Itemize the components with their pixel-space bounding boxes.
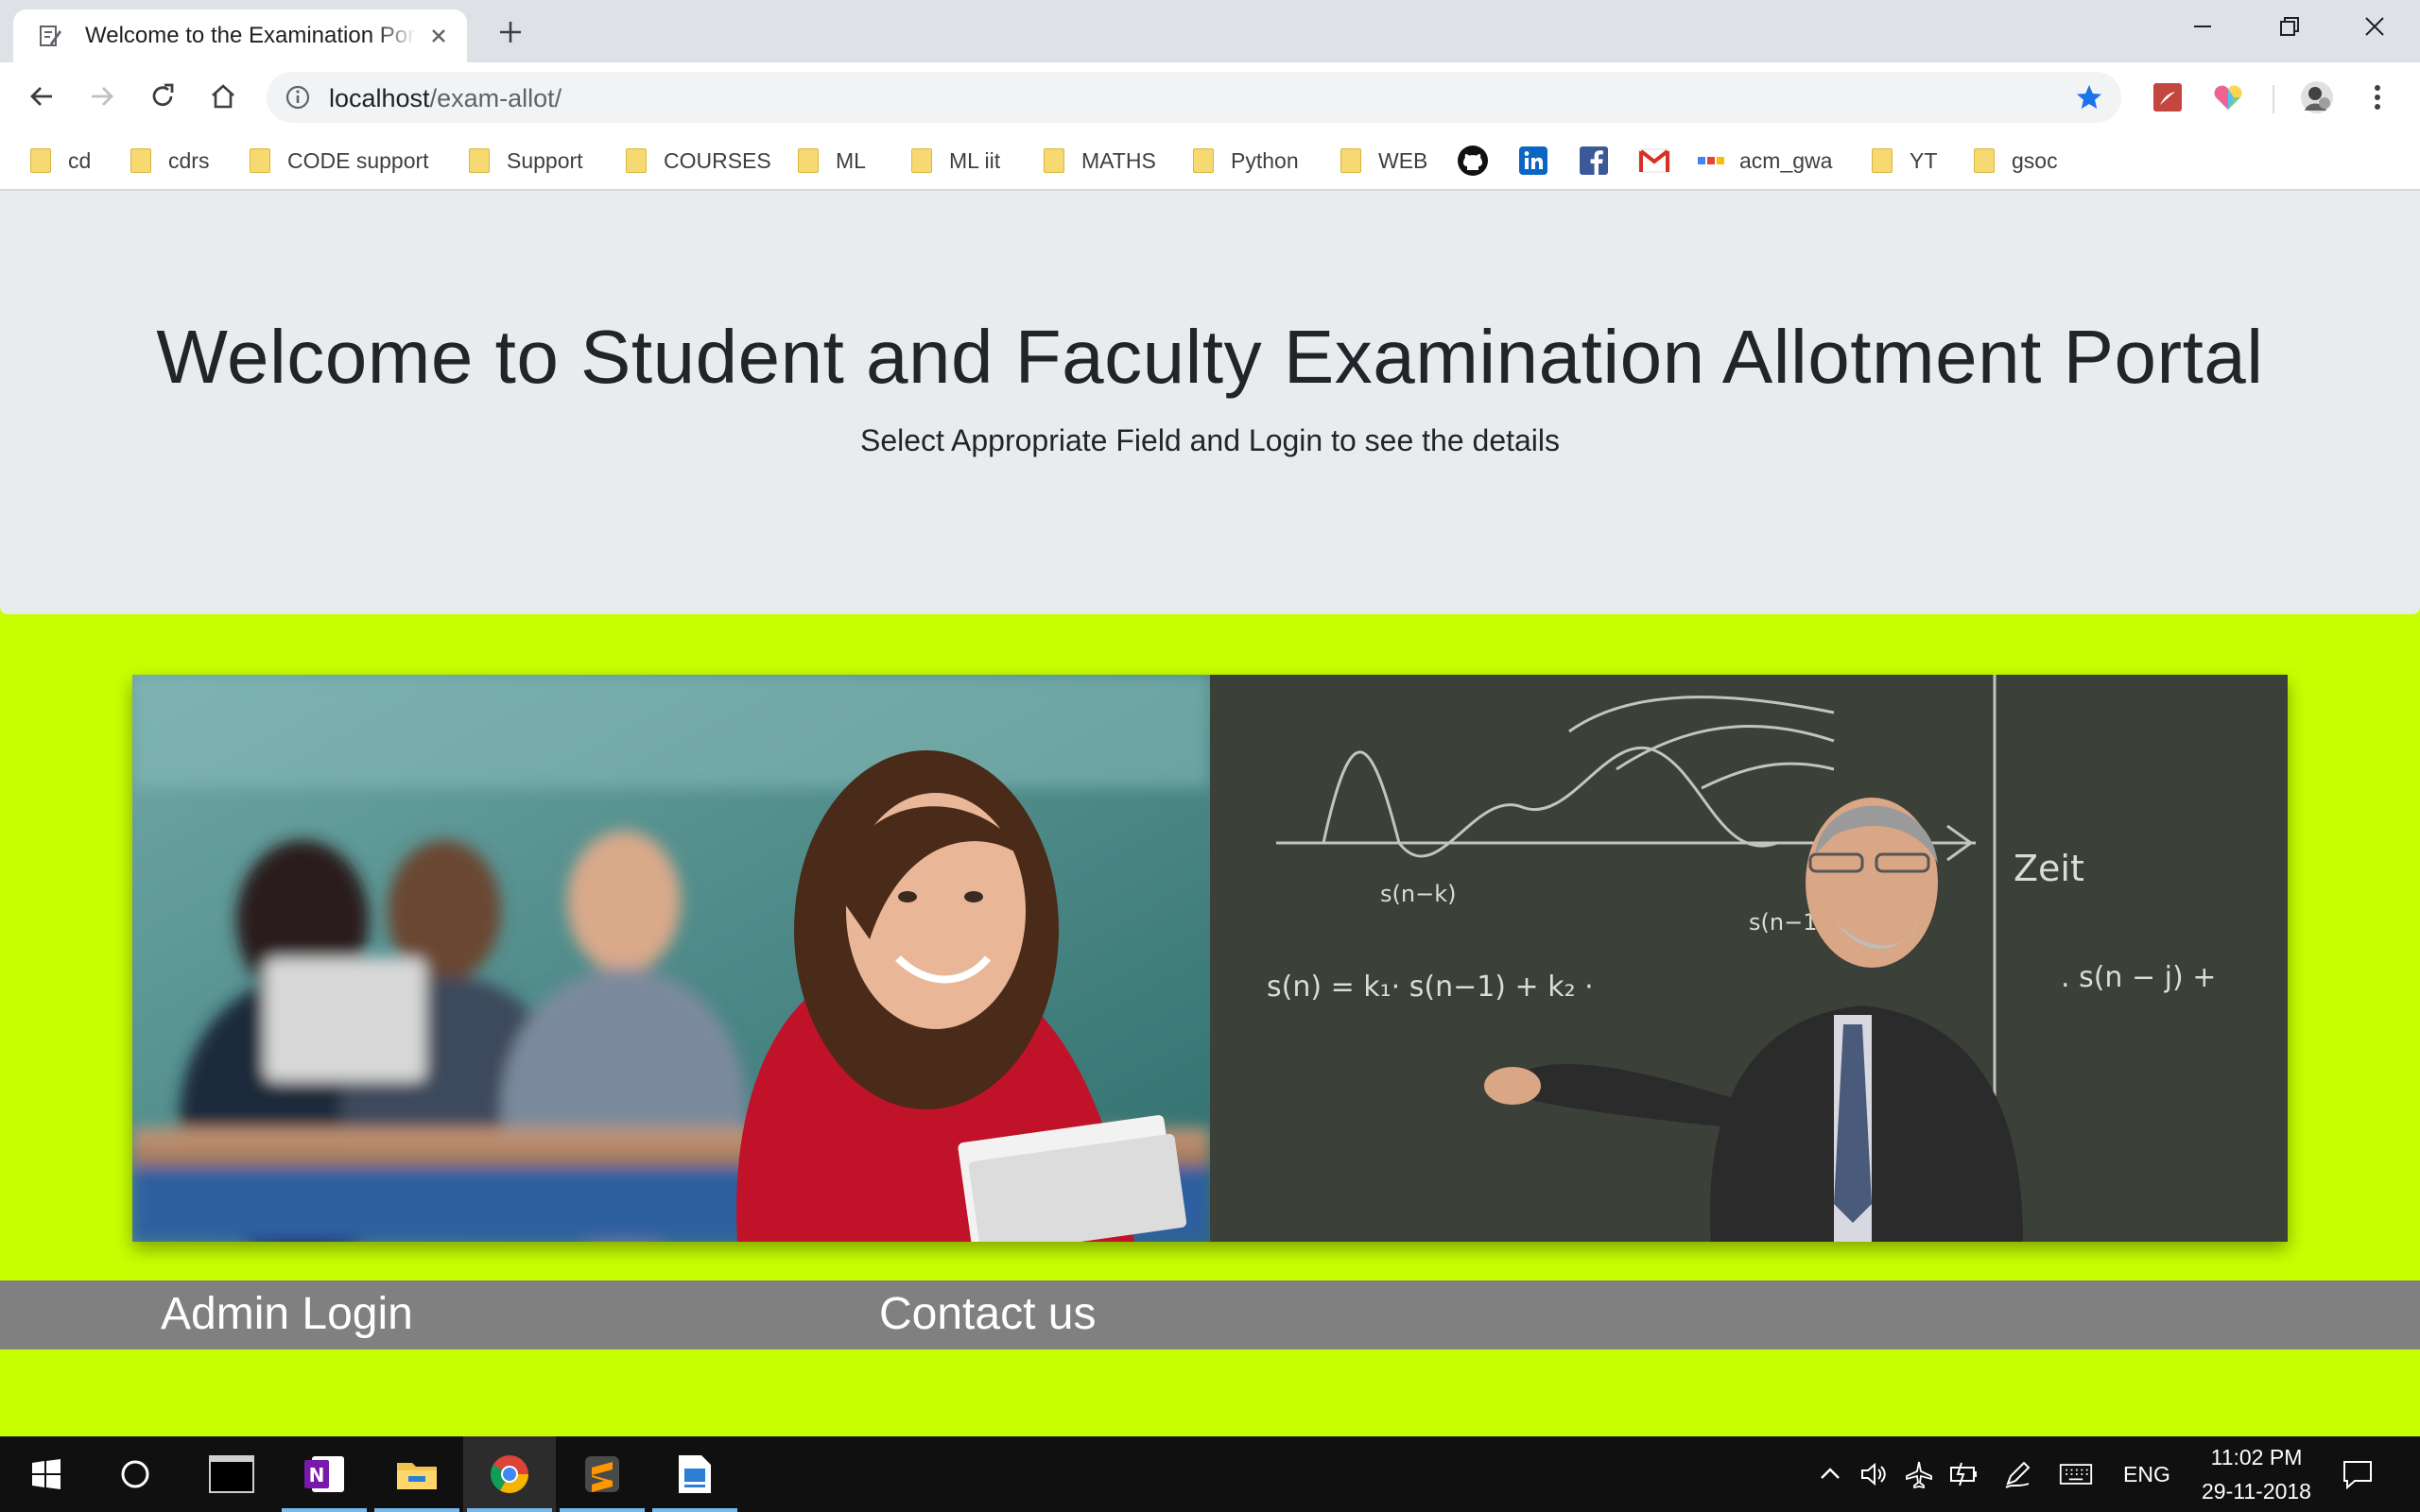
folder-icon xyxy=(911,148,932,173)
svg-text:. s(n − j) +: . s(n − j) + xyxy=(2061,961,2216,994)
folder-icon xyxy=(1974,148,1995,173)
pen-icon[interactable] xyxy=(2000,1457,2034,1491)
profile-avatar-icon[interactable] xyxy=(2299,79,2335,115)
document-viewer-icon[interactable] xyxy=(648,1436,741,1512)
close-tab-icon[interactable] xyxy=(424,21,454,51)
tab-title: Welcome to the Examination Portal xyxy=(85,23,416,48)
gmail-icon[interactable] xyxy=(1637,144,1671,178)
action-center-icon[interactable] xyxy=(2341,1457,2375,1491)
folder-icon xyxy=(30,148,51,173)
cortana-icon[interactable] xyxy=(89,1436,182,1512)
folder-icon xyxy=(1872,148,1893,173)
bookmark-acm-gwa[interactable]: acm_gwa xyxy=(1698,144,1832,178)
bookmark-folder[interactable]: Support xyxy=(469,144,583,178)
language-indicator[interactable]: ENG xyxy=(2123,1462,2170,1487)
bookmark-folder[interactable]: ML xyxy=(798,144,866,178)
sublime-text-icon[interactable] xyxy=(556,1436,648,1512)
new-tab-icon[interactable] xyxy=(492,13,529,51)
footer-nav: Admin Login Contact us xyxy=(0,1280,2420,1349)
running-indicator xyxy=(560,1508,645,1512)
clock-date[interactable]: 29-11-2018 xyxy=(2189,1479,2324,1504)
file-explorer-icon[interactable] xyxy=(371,1436,463,1512)
home-icon[interactable] xyxy=(202,76,244,117)
bookmark-folder[interactable]: COURSES xyxy=(626,144,771,178)
forward-arrow-icon[interactable] xyxy=(81,76,123,117)
folder-icon xyxy=(1193,148,1214,173)
facebook-icon[interactable] xyxy=(1577,144,1611,178)
svg-text:s(n−k): s(n−k) xyxy=(1380,881,1456,907)
folder-icon xyxy=(1044,148,1064,173)
restore-icon[interactable] xyxy=(2250,0,2329,53)
close-window-icon[interactable] xyxy=(2335,0,2414,53)
bookmark-folder[interactable]: cd xyxy=(30,144,91,178)
folder-icon xyxy=(469,148,490,173)
reload-icon[interactable] xyxy=(142,76,183,117)
bookmark-folder[interactable]: ML iit xyxy=(911,144,1000,178)
svg-text:Zeit: Zeit xyxy=(2014,848,2084,889)
url-text[interactable]: localhost/exam-allot/ xyxy=(329,84,562,113)
chrome-icon[interactable] xyxy=(463,1436,556,1512)
heart-extension-icon[interactable] xyxy=(2210,79,2246,115)
bookmark-star-icon[interactable] xyxy=(2074,82,2104,112)
running-indicator xyxy=(652,1508,737,1512)
folder-icon xyxy=(1340,148,1361,173)
browser-tab[interactable]: Welcome to the Examination Portal xyxy=(13,9,467,62)
address-bar[interactable]: localhost/exam-allot/ xyxy=(267,72,2121,123)
windows-taskbar: N ENG 11:02 PM 29-11-2018 xyxy=(0,1436,2420,1512)
clock-time[interactable]: 11:02 PM xyxy=(2203,1445,2310,1470)
minimize-icon[interactable] xyxy=(2163,0,2242,53)
professor-photo: s(n) = k₁· s(n−1) + k₂ · . s(n − j) + s(… xyxy=(1210,675,2288,1242)
bookmark-folder[interactable]: YT xyxy=(1872,144,1937,178)
contact-us-link[interactable]: Contact us xyxy=(879,1288,1096,1340)
browser-toolbar: localhost/exam-allot/ xyxy=(0,62,2420,132)
url-host: localhost xyxy=(329,84,430,112)
notepad-icon xyxy=(36,22,64,50)
folder-icon xyxy=(798,148,819,173)
back-arrow-icon[interactable] xyxy=(21,76,62,117)
svg-text:N: N xyxy=(309,1464,325,1486)
command-prompt-icon[interactable] xyxy=(185,1436,278,1512)
toolbar-separator xyxy=(2273,85,2274,113)
url-path: /exam-allot/ xyxy=(429,84,562,112)
page-subtitle: Select Appropriate Field and Login to se… xyxy=(859,423,1561,457)
running-indicator xyxy=(374,1508,459,1512)
menu-kebab-icon[interactable] xyxy=(2360,79,2395,115)
welcome-jumbotron: Welcome to Student and Faculty Examinati… xyxy=(0,191,2420,614)
running-indicator xyxy=(467,1508,552,1512)
folder-icon xyxy=(250,148,270,173)
onenote-icon[interactable]: N xyxy=(278,1436,371,1512)
running-indicator xyxy=(282,1508,367,1512)
acm-logo-icon xyxy=(1698,157,1724,164)
chevron-up-icon[interactable] xyxy=(1813,1457,1847,1491)
page-title: Welcome to Student and Faculty Examinati… xyxy=(156,315,2264,399)
airplane-mode-icon[interactable] xyxy=(1902,1457,1936,1491)
pdf-extension-icon[interactable] xyxy=(2150,79,2186,115)
students-photo xyxy=(132,675,1210,1242)
github-icon[interactable] xyxy=(1456,144,1490,178)
admin-login-link[interactable]: Admin Login xyxy=(161,1288,413,1340)
volume-icon[interactable] xyxy=(1857,1457,1891,1491)
bookmarks-bar: cd cdrs CODE support Support COURSES ML … xyxy=(0,132,2420,191)
bookmark-folder[interactable]: Python xyxy=(1193,144,1299,178)
linkedin-icon[interactable] xyxy=(1516,144,1550,178)
tab-strip: Welcome to the Examination Portal xyxy=(0,0,2420,62)
bookmark-folder[interactable]: gsoc xyxy=(1974,144,2058,178)
svg-text:s(n) = k₁· s(n−1) + k₂ ·: s(n) = k₁· s(n−1) + k₂ · xyxy=(1267,971,1594,1004)
bookmark-folder[interactable]: MATHS xyxy=(1044,144,1156,178)
folder-icon xyxy=(626,148,647,173)
folder-icon xyxy=(130,148,151,173)
bookmark-folder[interactable]: cdrs xyxy=(130,144,209,178)
info-icon[interactable] xyxy=(284,83,312,112)
battery-icon[interactable] xyxy=(1947,1457,1981,1491)
bookmark-folder[interactable]: CODE support xyxy=(250,144,429,178)
bookmark-folder[interactable]: WEB xyxy=(1340,144,1427,178)
keyboard-icon[interactable] xyxy=(2059,1457,2093,1491)
windows-start-icon[interactable] xyxy=(0,1436,93,1512)
hero-banner: s(n) = k₁· s(n−1) + k₂ · . s(n − j) + s(… xyxy=(132,675,2288,1242)
